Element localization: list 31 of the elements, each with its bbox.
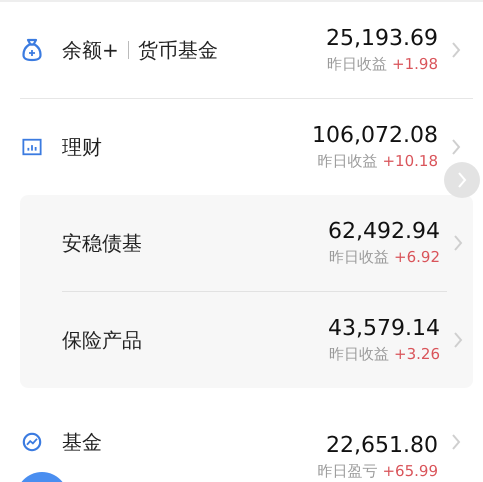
money-bag-icon (22, 38, 42, 62)
amount: 43,579.14 (328, 315, 440, 343)
yield-label: 昨日收益 (317, 152, 378, 170)
amount: 106,072.08 (312, 122, 438, 150)
account-name: 余额+ (62, 36, 119, 64)
trend-icon (22, 431, 42, 453)
yield-value: +6.92 (394, 248, 440, 266)
yield-value: +3.26 (394, 345, 440, 363)
amount: 22,651.80 (326, 432, 438, 460)
next-button[interactable] (444, 162, 480, 198)
amount: 25,193.69 (326, 25, 438, 53)
account-type: 货币基金 (138, 36, 218, 64)
account-name: 基金 (62, 428, 102, 456)
chart-icon (22, 137, 42, 157)
chevron-icon[interactable] (453, 234, 463, 252)
chevron-icon (457, 171, 467, 189)
yield-label: 昨日收益 (327, 55, 388, 73)
yield-value: +1.98 (392, 55, 438, 73)
chevron-icon[interactable] (451, 433, 461, 451)
account-name: 安稳债基 (62, 230, 142, 256)
yield-label: 昨日收益 (329, 345, 390, 363)
yield-value: +65.99 (382, 462, 438, 480)
chevron-icon[interactable] (453, 331, 463, 349)
yield-label: 昨日盈亏 (317, 462, 378, 480)
chevron-icon[interactable] (451, 138, 461, 156)
chevron-icon[interactable] (451, 41, 461, 59)
yield-label: 昨日收益 (329, 248, 390, 266)
account-name: 保险产品 (62, 326, 142, 354)
yield-value: +10.18 (382, 152, 438, 170)
account-name: 理财 (62, 134, 102, 160)
amount: 62,492.94 (328, 218, 440, 246)
